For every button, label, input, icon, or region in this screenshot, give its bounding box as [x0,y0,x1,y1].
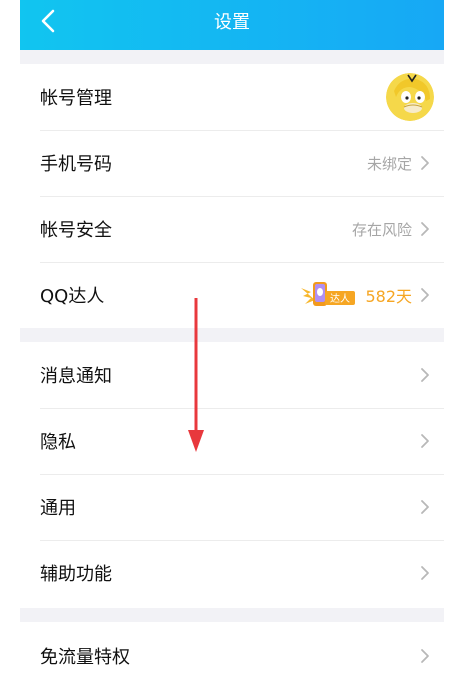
common-label: 通用 [40,498,76,519]
qq-expert-days: 582天 [365,287,412,306]
privacy-label: 隐私 [40,432,76,453]
notifications-label: 消息通知 [40,366,112,387]
chevron-right-icon [421,222,429,236]
notifications-row[interactable]: 消息通知 [20,342,444,408]
free-data-right [420,648,430,664]
qq-expert-label: QQ达人 [40,286,105,307]
chevron-right-icon [421,434,429,448]
account-settings-group: 帐号管理 手机号码 未绑定 帐号安全 存在风险 QQ达人 达人 582天 [20,64,444,328]
qq-expert-badge-text: 达人 [330,293,350,305]
free-data-row[interactable]: 免流量特权 [20,622,444,682]
account-manage-right [386,73,434,121]
free-data-label: 免流量特权 [40,647,130,668]
chevron-right-icon [421,649,429,663]
accessibility-label: 辅助功能 [40,564,112,585]
chevron-right-icon [421,566,429,580]
phone-number-row[interactable]: 手机号码 未绑定 [20,130,444,196]
qq-expert-right: 达人 582天 [299,280,430,310]
chevron-right-icon [421,288,429,302]
qq-expert-badge-icon: 达人 [301,282,356,306]
accessibility-right [420,565,430,581]
settings-screen: 设置 帐号管理 手机号码 未绑定 帐号安全 存在风险 QQ达人 达人 582天 … [20,0,444,682]
account-security-right: 存在风险 [352,219,430,240]
phone-number-value: 未绑定 [366,154,412,173]
qq-expert-row[interactable]: QQ达人 达人 582天 [20,262,444,328]
chevron-right-icon [421,156,429,170]
avatar-duck-icon [386,73,434,121]
notifications-right [420,367,430,383]
chevron-right-icon [421,368,429,382]
account-security-row[interactable]: 帐号安全 存在风险 [20,196,444,262]
page: 设置 帐号管理 手机号码 未绑定 帐号安全 存在风险 QQ达人 达人 582天 … [0,0,454,682]
common-right [420,499,430,515]
account-security-label: 帐号安全 [40,220,112,241]
phone-number-right: 未绑定 [367,153,430,174]
page-title: 设置 [214,12,250,33]
privacy-row[interactable]: 隐私 [20,408,444,474]
privacy-right [420,433,430,449]
account-security-value: 存在风险 [351,220,412,239]
account-manage-row[interactable]: 帐号管理 [20,64,444,130]
general-settings-group: 消息通知 隐私 通用 辅助功能 [20,342,444,608]
common-row[interactable]: 通用 [20,474,444,540]
account-manage-label: 帐号管理 [40,88,112,109]
accessibility-row[interactable]: 辅助功能 [20,540,444,606]
phone-number-label: 手机号码 [40,154,112,175]
navigation-bar: 设置 [20,0,444,50]
extra-settings-group: 免流量特权 [20,622,444,682]
chevron-right-icon [421,500,429,514]
